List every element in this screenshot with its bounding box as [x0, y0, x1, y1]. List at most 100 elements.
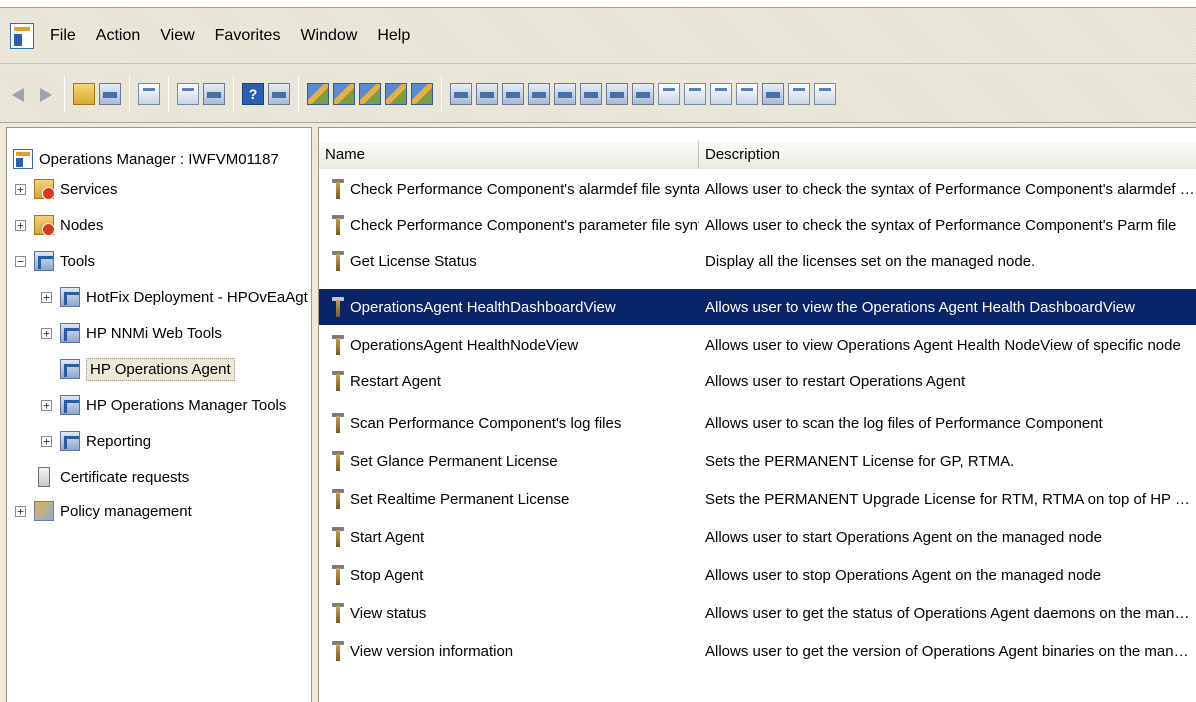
tree-item-hp-operations-agent[interactable]: HP Operations Agent	[41, 354, 235, 384]
tree-item-label-selected: HP Operations Agent	[86, 357, 235, 381]
filter-tool-icon[interactable]	[788, 82, 810, 105]
help-icon[interactable]: ?	[242, 82, 264, 105]
filter-tool-icon[interactable]	[710, 82, 732, 105]
menu-window[interactable]: Window	[290, 8, 367, 64]
tool-row[interactable]: Start Agent Allows user to start Operati…	[319, 519, 1196, 555]
filter-tool-icon[interactable]	[528, 82, 550, 105]
expand-spacer	[15, 472, 26, 483]
toolbar-separator	[129, 75, 130, 112]
forward-arrow-icon[interactable]	[34, 83, 56, 105]
filter-tool-icon[interactable]	[658, 82, 680, 105]
tree-root[interactable]: Operations Manager : IWFVM01187	[13, 144, 279, 174]
menu-favorites[interactable]: Favorites	[205, 8, 291, 64]
tool-row[interactable]: Restart Agent Allows user to restart Ope…	[319, 363, 1196, 399]
tool-description: Allows user to check the syntax of Perfo…	[705, 180, 1196, 198]
tool-description: Allows user to view the Operations Agent…	[705, 298, 1135, 316]
properties-icon[interactable]	[177, 82, 199, 105]
menu-help[interactable]: Help	[367, 8, 420, 64]
action-tool-icon[interactable]	[411, 82, 433, 105]
menu-bar: File Action View Favorites Window Help	[0, 8, 1196, 64]
tree-root-label: Operations Manager : IWFVM01187	[39, 150, 279, 168]
tool-row[interactable]: View version information Allows user to …	[319, 633, 1196, 669]
column-header-name[interactable]: Name	[319, 141, 699, 169]
tool-icon	[331, 564, 345, 586]
tool-row[interactable]: Set Realtime Permanent License Sets the …	[319, 481, 1196, 517]
tool-row[interactable]: View status Allows user to get the statu…	[319, 595, 1196, 631]
operations-manager-icon	[13, 149, 33, 169]
filter-tool-icon[interactable]	[554, 82, 576, 105]
tool-icon	[331, 178, 345, 200]
tree-item-reporting[interactable]: + Reporting	[41, 426, 151, 456]
expand-toggle[interactable]: +	[15, 219, 26, 231]
toolbar-separator	[233, 75, 234, 112]
tool-icon	[331, 250, 345, 272]
tool-group-icon	[60, 431, 80, 451]
action-tool-icon[interactable]	[385, 82, 407, 105]
up-folder-icon[interactable]	[73, 82, 95, 105]
filter-tool-icon[interactable]	[476, 82, 498, 105]
toolbar-separator	[298, 75, 299, 112]
menu-file[interactable]: File	[40, 8, 86, 64]
back-arrow-icon[interactable]	[8, 83, 30, 105]
menu-action[interactable]: Action	[86, 8, 150, 64]
tree-item-label: Tools	[60, 252, 96, 270]
tool-row[interactable]: Check Performance Component's alarmdef f…	[319, 171, 1196, 207]
export-list-icon[interactable]	[203, 82, 225, 105]
tree-item-services[interactable]: + Services	[15, 174, 118, 204]
column-header-description[interactable]: Description	[699, 141, 1196, 169]
results-list-pane[interactable]: Name Description Check Performance Compo…	[318, 127, 1196, 702]
tool-row[interactable]: Scan Performance Component's log files A…	[319, 405, 1196, 441]
tool-row[interactable]: OperationsAgent HealthNodeView Allows us…	[319, 327, 1196, 363]
tool-row[interactable]: Stop Agent Allows user to stop Operation…	[319, 557, 1196, 593]
tool-icon	[331, 412, 345, 434]
tool-group-icon	[60, 359, 80, 379]
copy-icon[interactable]	[138, 82, 160, 105]
tool-description: Allows user to start Operations Agent on…	[705, 528, 1102, 546]
tool-icon	[331, 450, 345, 472]
tool-name: Restart Agent	[350, 372, 441, 390]
filter-tool-icon[interactable]	[814, 82, 836, 105]
filter-tool-icon[interactable]	[762, 82, 784, 105]
tool-name: Scan Performance Component's log files	[350, 414, 622, 432]
action-tool-icon[interactable]	[333, 82, 355, 105]
tree-item-tools[interactable]: − Tools	[15, 246, 95, 276]
tool-icon	[331, 334, 345, 356]
tree-item-hp-operations-manager-tools[interactable]: + HP Operations Manager Tools	[41, 390, 286, 420]
console-tree-pane[interactable]: Operations Manager : IWFVM01187 + Servic…	[6, 127, 312, 702]
toolbar-separator	[64, 75, 65, 112]
tree-item-policy-management[interactable]: + Policy management	[15, 496, 192, 526]
filter-tool-icon[interactable]	[684, 82, 706, 105]
expand-toggle[interactable]: +	[41, 291, 52, 303]
filter-tool-icon[interactable]	[606, 82, 628, 105]
tree-item-hotfix-deployment[interactable]: + HotFix Deployment - HPOvEaAgt	[41, 282, 308, 312]
filter-tool-icon[interactable]	[450, 82, 472, 105]
expand-toggle[interactable]: +	[41, 435, 52, 447]
filter-tool-icon[interactable]	[580, 82, 602, 105]
tool-row[interactable]: Get License Status Display all the licen…	[319, 243, 1196, 279]
tree-item-label: HP NNMi Web Tools	[86, 324, 222, 342]
filter-tool-icon[interactable]	[502, 82, 524, 105]
tree-item-certificate-requests[interactable]: Certificate requests	[15, 462, 189, 492]
tree-item-nodes[interactable]: + Nodes	[15, 210, 103, 240]
tool-row-selected[interactable]: OperationsAgent HealthDashboardView Allo…	[319, 289, 1196, 325]
tree-item-hp-nnmi-web-tools[interactable]: + HP NNMi Web Tools	[41, 318, 222, 348]
filter-tool-icon[interactable]	[632, 82, 654, 105]
console-grid-icon[interactable]	[268, 82, 290, 105]
expand-toggle[interactable]: +	[15, 505, 26, 517]
action-tool-icon[interactable]	[359, 82, 381, 105]
tool-name: Stop Agent	[350, 566, 424, 584]
tool-description: Allows user to view Operations Agent Hea…	[705, 336, 1181, 354]
menu-view[interactable]: View	[150, 8, 204, 64]
toolbar-separator	[168, 75, 169, 112]
tool-row[interactable]: Set Glance Permanent License Sets the PE…	[319, 443, 1196, 479]
tree-item-label: HotFix Deployment - HPOvEaAgt	[86, 288, 308, 306]
expand-toggle[interactable]: +	[15, 183, 26, 195]
expand-toggle[interactable]: +	[41, 399, 52, 411]
expand-toggle[interactable]: +	[41, 327, 52, 339]
action-tool-icon[interactable]	[307, 82, 329, 105]
show-hide-tree-icon[interactable]	[99, 82, 121, 105]
collapse-toggle[interactable]: −	[15, 255, 26, 267]
tool-row[interactable]: Check Performance Component's parameter …	[319, 207, 1196, 243]
console-app-icon[interactable]	[10, 22, 34, 49]
filter-tool-icon[interactable]	[736, 82, 758, 105]
